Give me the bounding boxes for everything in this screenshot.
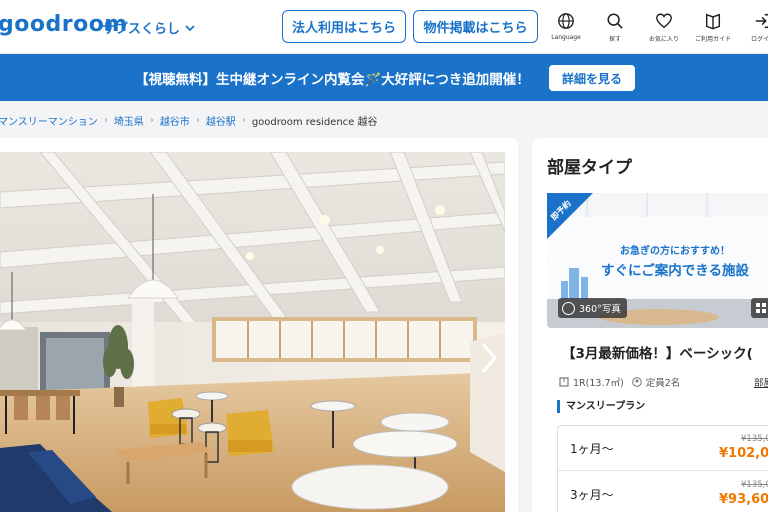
photo-count-label: 360°写真 — [579, 304, 621, 315]
favorites-label: お気に入り — [648, 36, 679, 43]
header: goodroom サブスくらし 法人利用はこちら 物件掲載はこちら Langua… — [0, 0, 768, 54]
language-button[interactable]: Language — [543, 12, 589, 41]
camera-360-icon — [562, 301, 575, 315]
price-term: 1ヶ月〜 — [570, 442, 614, 456]
breadcrumb-separator: › — [241, 115, 246, 126]
breadcrumb-separator: › — [149, 115, 154, 126]
announcement-banner: 【視聴無料】生中継オンライン内覧会🪄大好評につき追加開催！ 詳細を見る — [0, 54, 768, 101]
price-term: 3ヶ月〜 — [570, 488, 614, 502]
floor-plan-icon — [559, 377, 569, 387]
instant-booking-badge: 即予約 — [547, 193, 593, 239]
price-row[interactable]: 3ヶ月〜 ¥135,0 ¥93,60 — [558, 472, 768, 512]
service-menu[interactable]: サブスくらし — [102, 18, 196, 37]
lounge-photo[interactable] — [0, 152, 505, 512]
guide-label: ご利用ガイド — [694, 36, 731, 43]
promo-line-1: お急ぎの方におすすめ！ — [620, 246, 730, 257]
breadcrumb-item[interactable]: 越谷駅 — [206, 113, 236, 128]
search-label: 探す — [608, 36, 621, 43]
favorites-button[interactable]: お気に入り — [641, 12, 687, 43]
price-table: 1ヶ月〜 ¥135,0 ¥102,00 3ヶ月〜 ¥135,0 ¥93,60 — [557, 425, 768, 512]
guide-button[interactable]: ご利用ガイド — [690, 12, 736, 43]
breadcrumb-separator: › — [195, 115, 200, 126]
breadcrumb-item[interactable]: 越谷市 — [160, 113, 190, 128]
plan-title[interactable]: 【3月最新価格！】ベーシック( — [562, 342, 753, 362]
banner-detail-button[interactable]: 詳細を見る — [549, 65, 635, 91]
chevron-left-icon[interactable]: ‹ — [550, 252, 556, 268]
breadcrumb-separator: › — [103, 115, 108, 126]
breadcrumb: マンスリーマンション › 埼玉県 › 越谷市 › 越谷駅 › goodroom … — [0, 113, 378, 128]
chevron-down-icon — [185, 24, 195, 31]
price-row[interactable]: 1ヶ月〜 ¥135,0 ¥102,00 — [558, 426, 768, 471]
price-original: ¥135,0 — [741, 434, 768, 444]
breadcrumb-item[interactable]: 埼玉県 — [114, 113, 144, 128]
monthly-plan-label: マンスリープラン — [557, 400, 645, 413]
book-icon — [705, 13, 721, 30]
login-button[interactable]: ログイン — [740, 12, 768, 43]
price-discounted: ¥102,00 — [719, 446, 768, 461]
listing-button[interactable]: 物件掲載はこちら — [413, 10, 538, 43]
price-original: ¥135,0 — [741, 480, 768, 490]
login-label: ログイン — [750, 36, 768, 43]
search-icon — [607, 13, 623, 29]
promo-line-2: すぐにご案内できる施設 — [601, 263, 749, 279]
heart-icon — [656, 13, 672, 29]
gallery-card — [0, 138, 518, 512]
breadcrumb-item[interactable]: マンスリーマンション — [0, 113, 98, 128]
photo-count-badge[interactable]: 360°写真 — [558, 298, 627, 318]
price-discounted: ¥93,60 — [719, 492, 768, 507]
lounge-illustration — [0, 152, 505, 512]
login-icon — [755, 13, 768, 29]
corporate-button[interactable]: 法人利用はこちら — [282, 10, 406, 43]
language-label: Language — [551, 34, 581, 41]
grid-icon[interactable] — [751, 298, 768, 318]
service-menu-label: サブスくらし — [102, 22, 181, 37]
search-button[interactable]: 探す — [592, 12, 638, 43]
globe-icon — [558, 13, 574, 29]
room-meta: 1R(13.7㎡) 定員2名 — [559, 375, 680, 389]
room-layout: 1R(13.7㎡) — [573, 378, 624, 389]
banner-text: 【視聴無料】生中継オンライン内覧会🪄大好評につき追加開催！ — [135, 72, 530, 88]
room-type-heading: 部屋タイプ — [547, 158, 632, 178]
room-capacity: 定員2名 — [645, 378, 681, 389]
room-detail-link[interactable]: 部屋 — [754, 375, 768, 389]
chevron-right-icon[interactable] — [478, 340, 500, 376]
person-icon — [631, 377, 642, 387]
breadcrumb-current: goodroom residence 越谷 — [251, 117, 378, 128]
